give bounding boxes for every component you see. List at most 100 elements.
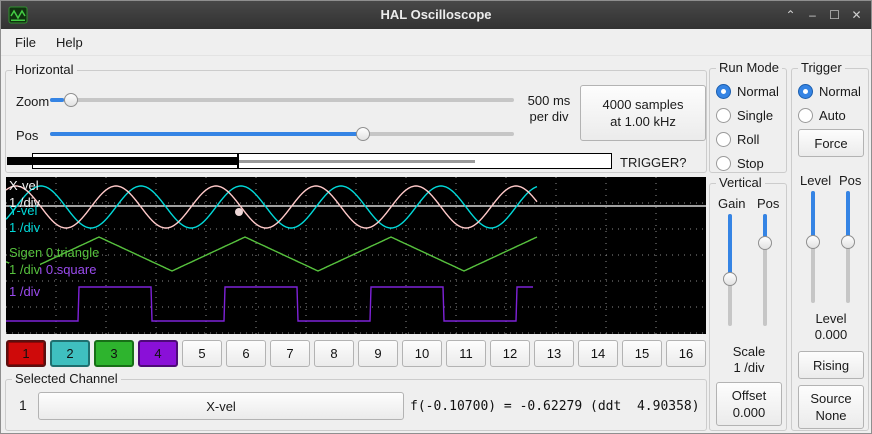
minimize-icon[interactable]: – <box>806 1 819 29</box>
zoom-slider-knob[interactable] <box>64 93 78 107</box>
radio-label: Single <box>737 108 773 123</box>
radio-normal[interactable]: Normal <box>798 79 861 103</box>
radio-dot[interactable] <box>716 84 731 99</box>
channel-button-6[interactable]: 6 <box>226 340 266 367</box>
trigger-level-slider-knob[interactable] <box>806 235 820 249</box>
channel-button-5[interactable]: 5 <box>182 340 222 367</box>
pos-slider-track[interactable] <box>50 132 514 136</box>
titlebar: HAL Oscilloscope ⌃ – ☐ ✕ <box>1 1 871 29</box>
menu-file[interactable]: File <box>5 31 46 54</box>
vertical-pos-slider-track[interactable] <box>763 214 767 326</box>
gain-slider-track[interactable] <box>728 214 732 326</box>
channel-button-13[interactable]: 13 <box>534 340 574 367</box>
radio-label: Stop <box>737 156 764 171</box>
trigger-pos-slider-knob[interactable] <box>841 235 855 249</box>
scope-label: Sigen 0.triangle <box>9 246 99 260</box>
radio-stop[interactable]: Stop <box>716 151 779 175</box>
vertical-group: Vertical Gain Pos Scale 1 /div Offset 0.… <box>709 183 787 431</box>
radio-dot[interactable] <box>798 108 813 123</box>
channel-button-12[interactable]: 12 <box>490 340 530 367</box>
rate-display: 500 ms per div <box>518 93 580 125</box>
vertical-pos-col-label: Pos <box>757 196 779 211</box>
run-mode-options: Normal Single Roll Stop <box>716 79 779 175</box>
pos-slider[interactable] <box>50 124 514 144</box>
source-button-value: None <box>815 407 846 424</box>
channel-name-label: X-vel <box>206 398 236 415</box>
radio-label: Normal <box>737 84 779 99</box>
vertical-pos-slider[interactable] <box>758 214 772 326</box>
trigger-group-label: Trigger <box>798 60 845 75</box>
samples-button[interactable]: 4000 samples at 1.00 kHz <box>580 85 706 141</box>
offset-button[interactable]: Offset 0.000 <box>716 382 782 426</box>
force-button[interactable]: Force <box>798 129 864 157</box>
channel-button-4[interactable]: 4 <box>138 340 178 367</box>
window-controls: ⌃ – ☐ ✕ <box>784 1 863 29</box>
trigger-level-slider[interactable] <box>806 191 820 303</box>
zoom-slider-track[interactable] <box>50 98 514 102</box>
pos-slider-fill <box>50 132 366 136</box>
pos-slider-knob[interactable] <box>356 127 370 141</box>
vertical-pos-slider-knob[interactable] <box>758 236 772 250</box>
maximize-icon[interactable]: ☐ <box>828 1 841 29</box>
channel-button-10[interactable]: 10 <box>402 340 442 367</box>
zoom-label: Zoom <box>16 94 49 109</box>
channel-button-1[interactable]: 1 <box>6 340 46 367</box>
samples-line2: at 1.00 kHz <box>610 113 676 130</box>
timeline-position-marker[interactable] <box>237 153 239 169</box>
force-button-label: Force <box>814 135 847 152</box>
trigger-mode-options: Normal Auto <box>798 79 861 127</box>
channel-button-2[interactable]: 2 <box>50 340 90 367</box>
trigger-level-col-label: Level <box>800 173 831 188</box>
zoom-slider[interactable] <box>50 90 514 110</box>
channel-button-8[interactable]: 8 <box>314 340 354 367</box>
menu-help[interactable]: Help <box>46 31 93 54</box>
channel-button-11[interactable]: 11 <box>446 340 486 367</box>
channel-button-7[interactable]: 7 <box>270 340 310 367</box>
radio-dot[interactable] <box>798 84 813 99</box>
radio-roll[interactable]: Roll <box>716 127 779 151</box>
selected-channel-group: Selected Channel 1 X-vel f(-0.10700) = -… <box>5 379 707 431</box>
timeline-filled-region <box>7 157 239 165</box>
radio-dot[interactable] <box>716 156 731 171</box>
channel-button-9[interactable]: 9 <box>358 340 398 367</box>
channel-button-14[interactable]: 14 <box>578 340 618 367</box>
rising-button[interactable]: Rising <box>798 351 864 379</box>
radio-dot[interactable] <box>716 132 731 147</box>
trigger-level-slider-fill <box>811 191 815 241</box>
gain-slider-knob[interactable] <box>723 272 737 286</box>
timeline-extent <box>239 160 475 163</box>
source-button[interactable]: Source None <box>798 385 864 429</box>
gain-slider[interactable] <box>723 214 737 326</box>
radio-auto[interactable]: Auto <box>798 103 861 127</box>
shade-icon[interactable]: ⌃ <box>784 1 797 29</box>
radio-label: Auto <box>819 108 846 123</box>
horizontal-group: Horizontal Zoom 500 ms per div 4000 samp… <box>5 70 707 173</box>
window-title: HAL Oscilloscope <box>1 7 871 22</box>
trigger-pos-slider-fill <box>846 191 850 241</box>
menubar: File Help <box>1 29 871 56</box>
scope-display[interactable]: X-vel1 /divY-vel1 /divSigen 0.triangleSi… <box>6 177 706 334</box>
scope-labels: X-vel1 /divY-vel1 /divSigen 0.triangleSi… <box>6 177 706 334</box>
trigger-level-value: 0.000 <box>792 327 870 342</box>
channel-name-button[interactable]: X-vel <box>38 392 404 420</box>
gain-slider-fill <box>728 214 732 280</box>
radio-dot[interactable] <box>716 108 731 123</box>
channel-button-16[interactable]: 16 <box>666 340 706 367</box>
scope-label: 1 /div <box>9 221 40 235</box>
radio-single[interactable]: Single <box>716 103 779 127</box>
gain-col-label: Gain <box>718 196 745 211</box>
radio-normal[interactable]: Normal <box>716 79 779 103</box>
run-mode-group-label: Run Mode <box>716 60 782 75</box>
channel-button-15[interactable]: 15 <box>622 340 662 367</box>
offset-button-label: Offset <box>732 387 766 404</box>
radio-label: Normal <box>819 84 861 99</box>
close-icon[interactable]: ✕ <box>850 1 863 29</box>
channel-button-3[interactable]: 3 <box>94 340 134 367</box>
scope-label: 1 /div <box>9 285 40 299</box>
radio-label: Roll <box>737 132 759 147</box>
trigger-pos-slider[interactable] <box>841 191 855 303</box>
scope-label: Y-vel <box>9 204 37 218</box>
rising-button-label: Rising <box>813 357 849 374</box>
zoom-slider-fill <box>50 98 64 102</box>
trigger-pos-col-label: Pos <box>839 173 861 188</box>
